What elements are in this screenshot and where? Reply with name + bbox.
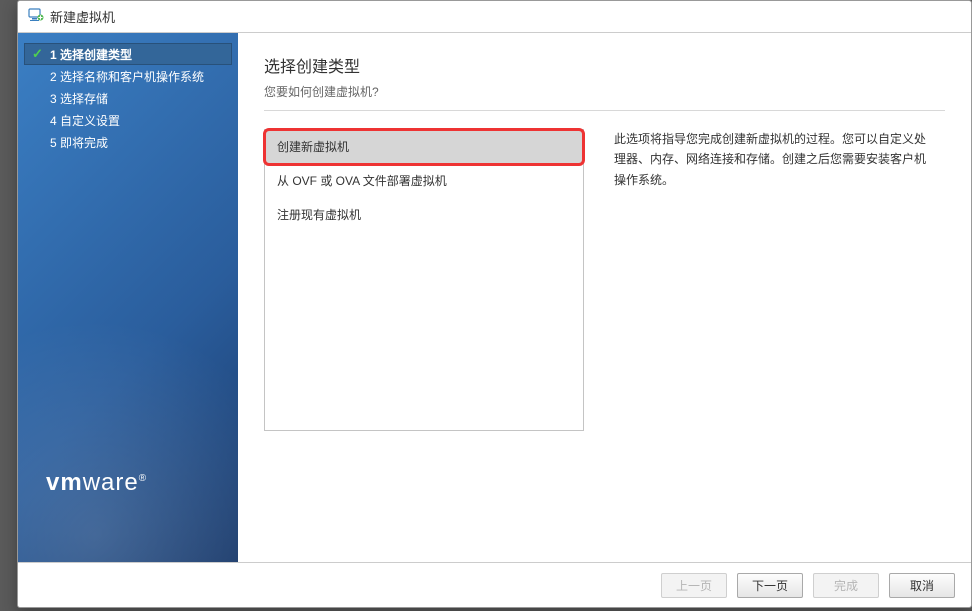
wizard-step-1[interactable]: 1 选择创建类型 [24, 43, 232, 65]
content-area: 创建新虚拟机 从 OVF 或 OVA 文件部署虚拟机 注册现有虚拟机 此选项将指… [264, 129, 945, 431]
option-create-new-vm[interactable]: 创建新虚拟机 [265, 130, 583, 164]
dialog-titlebar: 新建虚拟机 [18, 1, 971, 33]
next-button[interactable]: 下一页 [737, 573, 803, 598]
dialog-body: 1 选择创建类型 2 选择名称和客户机操作系统 3 选择存储 4 自定义设置 5… [18, 33, 971, 562]
wizard-step-2[interactable]: 2 选择名称和客户机操作系统 [24, 65, 232, 87]
vm-add-icon [28, 7, 50, 26]
new-vm-dialog: 新建虚拟机 1 选择创建类型 2 选择名称和客户机操作系统 3 选择存储 4 自… [17, 0, 972, 608]
page-title: 选择创建类型 [264, 53, 945, 77]
vmware-logo: vmware® [46, 469, 147, 497]
page-subtitle: 您要如何创建虚拟机? [264, 83, 945, 100]
creation-type-list: 创建新虚拟机 从 OVF 或 OVA 文件部署虚拟机 注册现有虚拟机 [264, 129, 584, 431]
wizard-step-3[interactable]: 3 选择存储 [24, 87, 232, 109]
wizard-main: 选择创建类型 您要如何创建虚拟机? 创建新虚拟机 从 OVF 或 OVA 文件部… [238, 33, 971, 562]
wizard-step-4[interactable]: 4 自定义设置 [24, 109, 232, 131]
dialog-title: 新建虚拟机 [50, 7, 115, 26]
back-button: 上一页 [661, 573, 727, 598]
option-deploy-ovf[interactable]: 从 OVF 或 OVA 文件部署虚拟机 [265, 164, 583, 198]
dialog-footer: 上一页 下一页 完成 取消 [18, 562, 971, 607]
cancel-button[interactable]: 取消 [889, 573, 955, 598]
wizard-step-5[interactable]: 5 即将完成 [24, 131, 232, 153]
finish-button: 完成 [813, 573, 879, 598]
option-description: 此选项将指导您完成创建新虚拟机的过程。您可以自定义处理器、内存、网络连接和存储。… [614, 129, 934, 431]
wizard-sidebar: 1 选择创建类型 2 选择名称和客户机操作系统 3 选择存储 4 自定义设置 5… [18, 33, 238, 562]
divider [264, 110, 945, 111]
option-register-existing[interactable]: 注册现有虚拟机 [265, 198, 583, 232]
